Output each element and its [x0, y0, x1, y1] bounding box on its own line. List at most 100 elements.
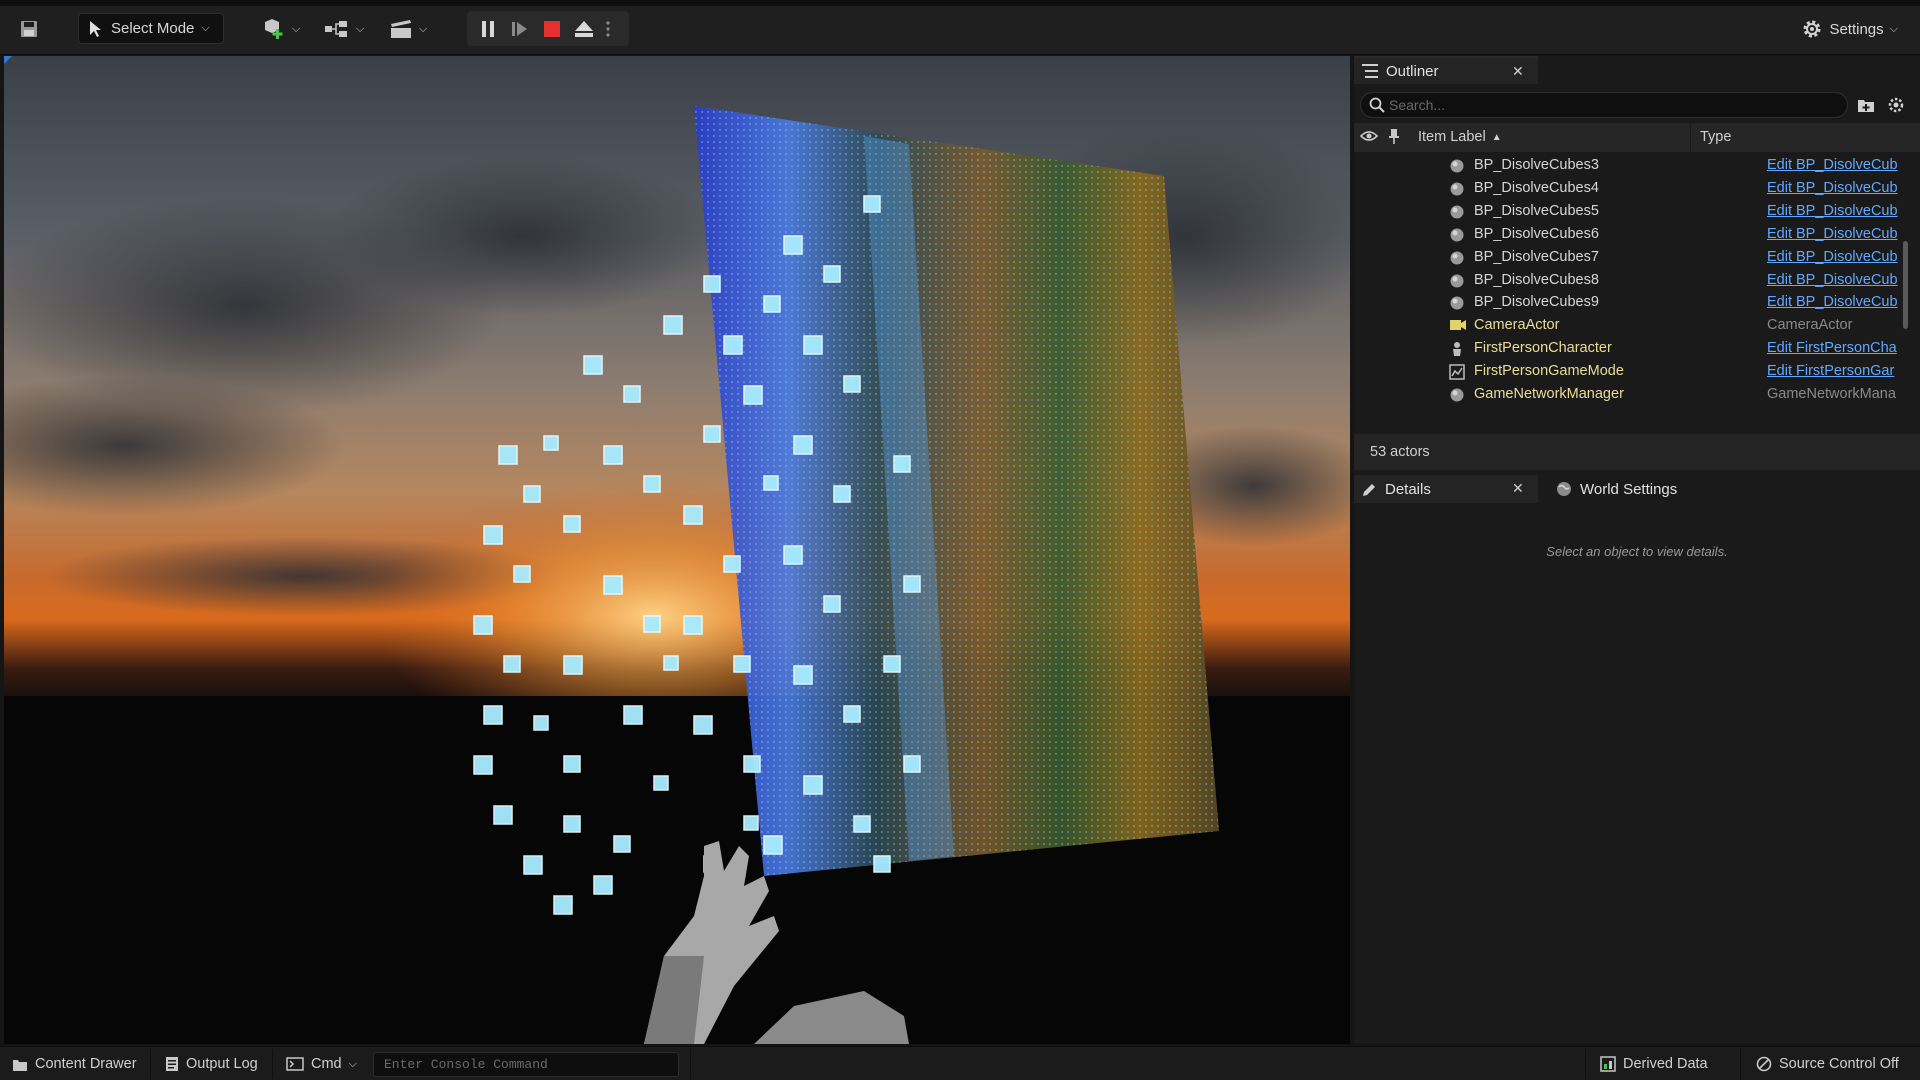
- outliner-row[interactable]: BP_DisolveCubes3 Edit BP_DisolveCub: [1354, 154, 1920, 177]
- outliner-row-edit-link[interactable]: Edit BP_DisolveCub: [1767, 157, 1900, 173]
- step-frame-button[interactable]: [509, 17, 531, 41]
- add-folder-button[interactable]: [1856, 95, 1876, 115]
- outliner-row-edit-link[interactable]: Edit BP_DisolveCub: [1767, 249, 1900, 265]
- outliner-settings-button[interactable]: [1886, 95, 1906, 115]
- outliner-row-label: FirstPersonGameMode: [1474, 363, 1624, 380]
- chevron-down-icon: ⌵: [1889, 22, 1898, 35]
- outliner-row-edit-link[interactable]: Edit BP_DisolveCub: [1767, 226, 1900, 242]
- outliner-row-label: BP_DisolveCubes4: [1474, 179, 1599, 196]
- stop-button[interactable]: [541, 17, 563, 41]
- world-settings-tab-label: World Settings: [1580, 480, 1678, 498]
- gear-icon: [1888, 97, 1904, 113]
- output-log-button[interactable]: Output Log: [165, 1047, 258, 1080]
- status-bar: Content Drawer Output Log Cmd ⌵ Derived …: [0, 1046, 1920, 1080]
- column-type-text: Type: [1700, 129, 1732, 145]
- outliner-icon: [1362, 64, 1378, 78]
- character-icon: [1449, 341, 1465, 357]
- actor-sphere-icon: [1449, 158, 1465, 174]
- actor-sphere-icon: [1449, 227, 1465, 243]
- outliner-row-edit-link[interactable]: Edit BP_DisolveCub: [1767, 272, 1900, 288]
- console-command-input[interactable]: [374, 1053, 678, 1076]
- actor-sphere-icon: [1449, 204, 1465, 220]
- derived-data-icon: [1600, 1056, 1616, 1072]
- outliner-row-label: BP_DisolveCubes9: [1474, 294, 1599, 311]
- play-controls: [467, 11, 629, 46]
- pause-button[interactable]: [477, 17, 499, 41]
- column-item-label[interactable]: Item Label ▲: [1418, 129, 1502, 145]
- derived-data-button[interactable]: Derived Data: [1600, 1047, 1708, 1080]
- console-command-box: [373, 1052, 679, 1077]
- outliner-row-type: GameNetworkMana: [1767, 386, 1896, 402]
- viewport-scene: [4, 106, 1350, 1044]
- stop-icon: [544, 21, 560, 37]
- pin-icon[interactable]: [1388, 128, 1400, 148]
- content-drawer-button[interactable]: Content Drawer: [12, 1047, 137, 1080]
- source-control-button[interactable]: Source Control Off: [1756, 1047, 1899, 1080]
- outliner-row[interactable]: BP_DisolveCubes8 Edit BP_DisolveCub: [1354, 269, 1920, 292]
- details-tab-label: Details: [1385, 480, 1431, 498]
- cmd-dropdown[interactable]: Cmd ⌵: [286, 1047, 357, 1080]
- blueprint-icon: [324, 21, 347, 37]
- outliner-search-input[interactable]: [1389, 96, 1829, 114]
- divider: [1585, 1049, 1586, 1079]
- cinematics-button[interactable]: ⌵: [386, 14, 430, 44]
- search-icon: [1369, 97, 1385, 117]
- outliner-row[interactable]: BP_DisolveCubes7 Edit BP_DisolveCub: [1354, 246, 1920, 269]
- outliner-row[interactable]: FirstPersonGameMode Edit FirstPersonGar: [1354, 360, 1920, 383]
- eject-button[interactable]: [573, 17, 595, 41]
- outliner-row[interactable]: BP_DisolveCubes9 Edit BP_DisolveCub: [1354, 291, 1920, 314]
- camera-icon: [1449, 318, 1466, 334]
- close-icon[interactable]: ✕: [1512, 63, 1524, 80]
- column-type[interactable]: Type: [1690, 123, 1920, 152]
- outliner-row[interactable]: BP_DisolveCubes5 Edit BP_DisolveCub: [1354, 200, 1920, 223]
- close-icon[interactable]: ✕: [1512, 480, 1524, 497]
- more-vertical-icon: [606, 21, 610, 37]
- chevron-down-icon: ⌵: [201, 22, 210, 34]
- tab-world-settings[interactable]: World Settings: [1546, 475, 1706, 503]
- pause-icon: [482, 21, 494, 37]
- outliner-list: BP_DisolveCubes3 Edit BP_DisolveCub BP_Dis…: [1354, 154, 1920, 406]
- visibility-eye-icon[interactable]: [1359, 129, 1379, 147]
- outliner-row-edit-link[interactable]: Edit FirstPersonGar: [1767, 363, 1900, 379]
- eject-icon: [575, 21, 593, 37]
- outliner-tab-label: Outliner: [1386, 62, 1439, 80]
- settings-button[interactable]: Settings ⌵: [1801, 15, 1898, 43]
- outliner-scrollbar[interactable]: [1903, 241, 1908, 329]
- column-item-label-text: Item Label: [1418, 129, 1486, 145]
- outliner-row-label: BP_DisolveCubes8: [1474, 271, 1599, 288]
- source-control-off-icon: [1756, 1056, 1772, 1072]
- tab-details[interactable]: Details ✕: [1354, 475, 1538, 503]
- log-icon: [166, 1057, 178, 1071]
- cmd-label: Cmd: [311, 1056, 342, 1072]
- add-actor-button[interactable]: ⌵: [259, 14, 303, 44]
- cursor-icon: [90, 20, 101, 37]
- select-mode-dropdown[interactable]: Select Mode ⌵: [78, 13, 224, 44]
- outliner-row[interactable]: BP_DisolveCubes6 Edit BP_DisolveCub: [1354, 223, 1920, 246]
- outliner-row-edit-link[interactable]: Edit BP_DisolveCub: [1767, 203, 1900, 219]
- tab-outliner[interactable]: Outliner ✕: [1354, 56, 1538, 84]
- outliner-row-label: FirstPersonCharacter: [1474, 340, 1612, 357]
- outliner-row-edit-link[interactable]: Edit FirstPersonCha: [1767, 340, 1900, 356]
- settings-label: Settings: [1829, 20, 1884, 38]
- save-button[interactable]: [12, 14, 46, 44]
- divider: [272, 1049, 273, 1079]
- chevron-down-icon: ⌵: [291, 22, 301, 35]
- derived-data-label: Derived Data: [1623, 1056, 1708, 1072]
- viewport-active-marker: [4, 56, 12, 64]
- outliner-row-edit-link[interactable]: Edit BP_DisolveCub: [1767, 294, 1900, 310]
- play-options-button[interactable]: [601, 17, 615, 41]
- outliner-row[interactable]: GameNetworkManager GameNetworkMana: [1354, 383, 1920, 406]
- step-forward-icon: [512, 22, 527, 36]
- outliner-row[interactable]: BP_DisolveCubes4 Edit BP_DisolveCub: [1354, 177, 1920, 200]
- outliner-column-header: Item Label ▲ Type: [1354, 123, 1920, 152]
- outliner-row-edit-link[interactable]: Edit BP_DisolveCub: [1767, 180, 1900, 196]
- actor-sphere-icon: [1449, 250, 1465, 266]
- content-drawer-label: Content Drawer: [35, 1056, 137, 1072]
- blueprints-button[interactable]: ⌵: [322, 14, 366, 44]
- outliner-row[interactable]: CameraActor CameraActor: [1354, 314, 1920, 337]
- source-control-label: Source Control Off: [1779, 1056, 1899, 1072]
- level-viewport[interactable]: [4, 56, 1350, 1044]
- outliner-row[interactable]: FirstPersonCharacter Edit FirstPersonCha: [1354, 337, 1920, 360]
- actor-count: 53 actors: [1354, 434, 1920, 470]
- outliner-row-type: CameraActor: [1767, 317, 1853, 334]
